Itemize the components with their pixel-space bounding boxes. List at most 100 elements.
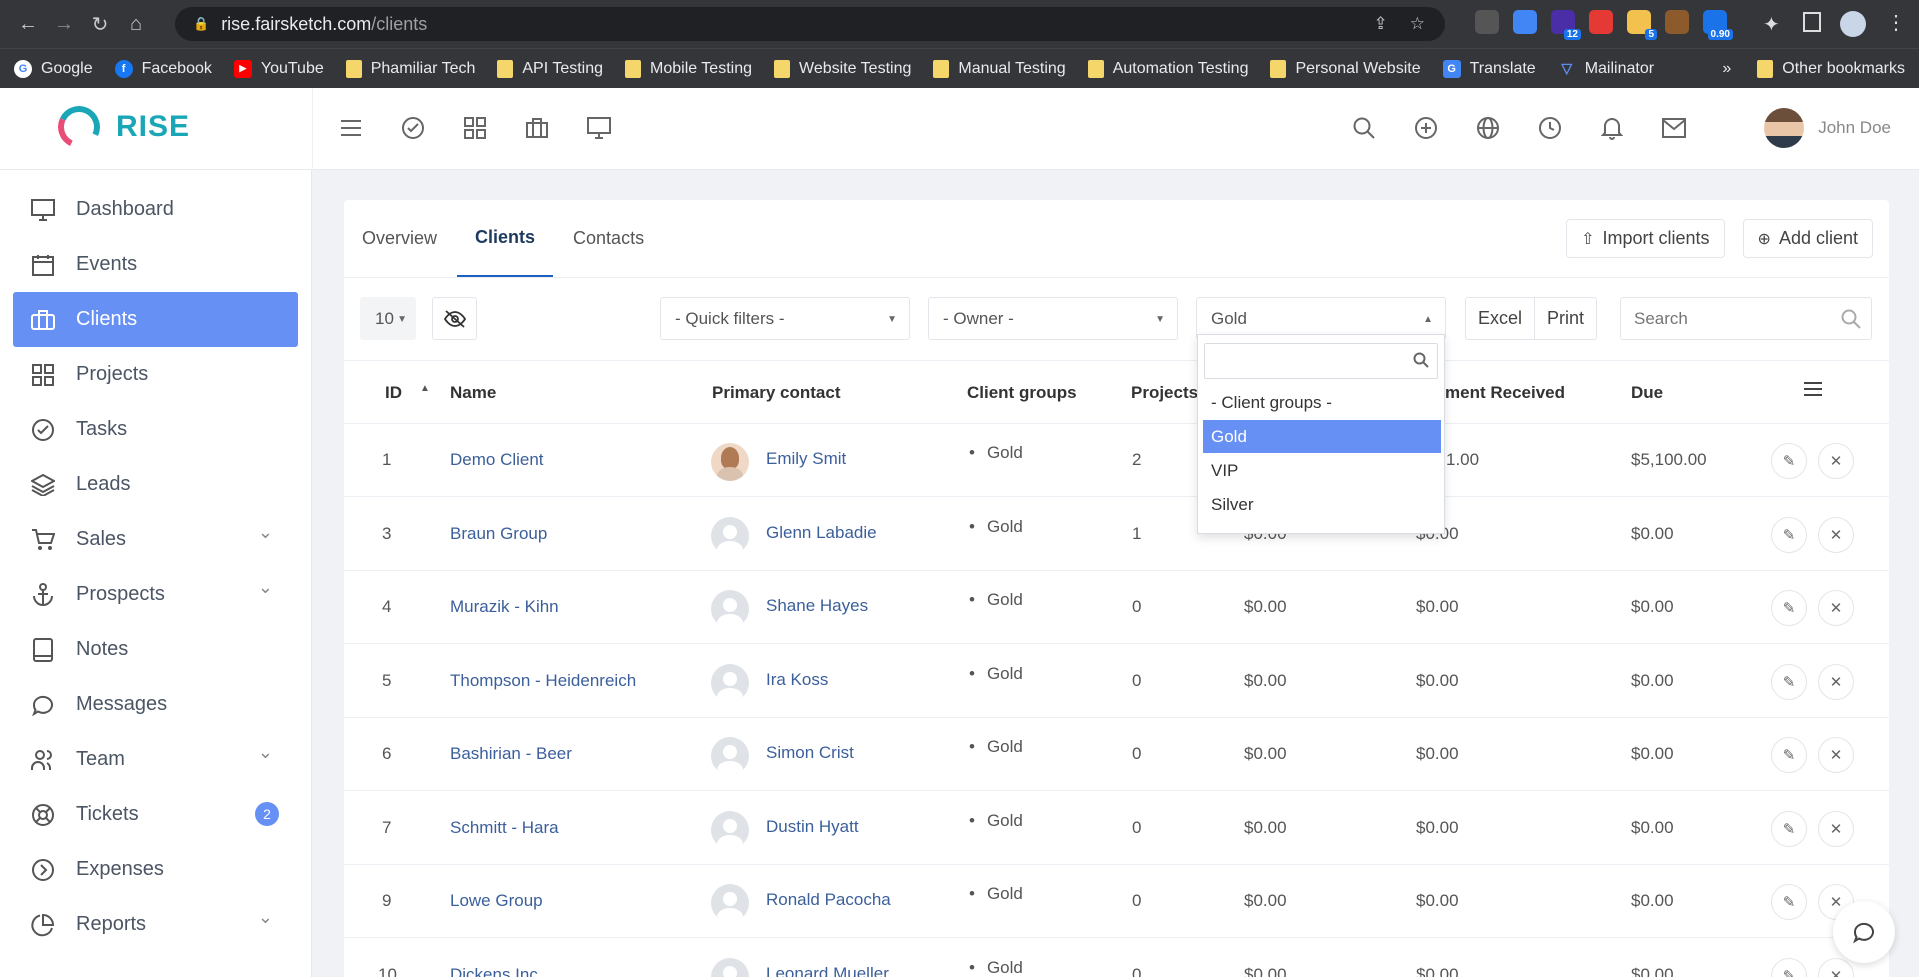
page-size-select[interactable]: 10 ▼ <box>360 297 416 340</box>
dropdown-option[interactable]: VIP <box>1203 454 1441 487</box>
cookie-ext-icon[interactable] <box>1665 10 1689 34</box>
column-client-groups[interactable]: Client groups <box>967 383 1077 403</box>
client-name-link[interactable]: Thompson - Heidenreich <box>450 671 636 691</box>
sidebar-item-tickets[interactable]: Tickets 2 <box>0 787 311 842</box>
edit-icon[interactable]: ✎ <box>1771 590 1807 626</box>
bookmark-item[interactable]: ▽ Mailinator <box>1558 60 1654 78</box>
close-icon[interactable]: ✕ <box>1818 590 1854 626</box>
browser-menu-icon[interactable]: ⋮ <box>1886 10 1906 35</box>
sidebar-item-sales[interactable]: Sales ⌄ <box>0 512 311 567</box>
sidebar-item-messages[interactable]: Messages <box>0 677 311 732</box>
close-icon[interactable]: ✕ <box>1818 810 1854 847</box>
column-due[interactable]: Due <box>1631 383 1663 403</box>
edit-icon[interactable]: ✎ <box>1771 516 1807 553</box>
client-name-link[interactable]: Braun Group <box>450 524 547 544</box>
sidebar-item-notes[interactable]: Notes <box>0 622 311 677</box>
forward-icon[interactable]: → <box>46 6 82 42</box>
extensions-puzzle-icon[interactable]: ✦ <box>1763 12 1780 37</box>
opera-ext-icon[interactable] <box>1589 10 1613 34</box>
other-bookmarks-button[interactable]: Other bookmarks <box>1782 60 1905 78</box>
globe-icon[interactable] <box>1473 113 1503 143</box>
browser-profile-avatar[interactable] <box>1840 11 1866 37</box>
column-payment-received[interactable]: ment Received <box>1445 383 1565 403</box>
side-panel-icon[interactable] <box>1803 12 1821 32</box>
sidebar-item-tasks[interactable]: Tasks <box>0 402 311 457</box>
client-name-link[interactable]: Bashirian - Beer <box>450 744 572 764</box>
dropdown-option[interactable]: Gold <box>1203 420 1441 453</box>
primary-contact-link[interactable]: Ronald Pacocha <box>766 890 891 910</box>
clock-icon[interactable] <box>1535 113 1565 143</box>
bookmark-item[interactable]: G Google <box>14 59 93 78</box>
sidebar-item-expenses[interactable]: Expenses <box>0 842 311 897</box>
user-menu[interactable]: John Doe <box>1764 108 1891 148</box>
primary-contact-link[interactable]: Emily Smit <box>766 449 846 469</box>
column-options-icon[interactable] <box>1804 381 1822 402</box>
sidebar-item-projects[interactable]: Projects <box>0 347 311 402</box>
sidebar-item-clients[interactable]: Clients <box>13 292 298 347</box>
column-id[interactable]: ID <box>385 383 402 403</box>
bookmark-item[interactable]: Mobile Testing <box>625 59 752 78</box>
column-visibility-button[interactable] <box>432 297 477 340</box>
meter-ext-icon[interactable]: 0.90 <box>1703 10 1733 40</box>
grid-icon[interactable] <box>460 113 490 143</box>
edit-icon[interactable]: ✎ <box>1771 884 1807 920</box>
close-icon[interactable]: ✕ <box>1818 957 1854 977</box>
close-icon[interactable]: ✕ <box>1818 516 1854 553</box>
menu-toggle-icon[interactable] <box>336 113 366 143</box>
owner-select[interactable]: - Owner - ▼ <box>928 297 1178 340</box>
bookmark-item[interactable]: API Testing <box>497 59 603 78</box>
address-bar[interactable]: 🔒 rise.fairsketch.com/clients ⇪ ☆ <box>175 7 1445 41</box>
reload-icon[interactable]: ↻ <box>82 6 118 42</box>
bookmark-item[interactable]: G Translate <box>1442 59 1536 78</box>
add-client-button[interactable]: ⊕ Add client <box>1742 219 1873 258</box>
sidebar-item-dashboard[interactable]: Dashboard <box>0 182 311 237</box>
sidebar-item-reports[interactable]: Reports ⌄ <box>0 897 311 952</box>
bookmark-item[interactable]: f Facebook <box>114 59 212 78</box>
monitor-icon[interactable] <box>584 113 614 143</box>
client-name-link[interactable]: Murazik - Kihn <box>450 597 559 617</box>
chat-button[interactable] <box>1833 901 1895 963</box>
search-input[interactable] <box>1634 308 1824 329</box>
bell-icon[interactable] <box>1597 113 1627 143</box>
dropdown-search-input[interactable] <box>1204 343 1438 379</box>
rise-logo[interactable]: RISE <box>52 100 190 154</box>
excel-button[interactable]: Excel <box>1466 298 1534 339</box>
sidebar-item-team[interactable]: Team ⌄ <box>0 732 311 787</box>
dropdown-option[interactable]: Silver <box>1203 488 1441 521</box>
column-projects[interactable]: Projects <box>1131 383 1198 403</box>
edit-icon[interactable]: ✎ <box>1771 443 1807 479</box>
translate-ext-icon[interactable] <box>1513 10 1537 34</box>
add-circle-icon[interactable] <box>1411 113 1441 143</box>
graduation-ext-icon[interactable]: 12 <box>1551 10 1581 40</box>
sidebar-item-leads[interactable]: Leads <box>0 457 311 512</box>
bulb-ext-icon[interactable]: 5 <box>1627 10 1657 40</box>
primary-contact-link[interactable]: Shane Hayes <box>766 596 868 616</box>
sidebar-item-prospects[interactable]: Prospects ⌄ <box>0 567 311 622</box>
print-button[interactable]: Print <box>1534 298 1596 339</box>
column-primary-contact[interactable]: Primary contact <box>712 383 841 403</box>
search-icon[interactable] <box>1349 113 1379 143</box>
edit-icon[interactable]: ✎ <box>1771 810 1807 847</box>
home-icon[interactable]: ⌂ <box>118 6 154 42</box>
share-icon[interactable]: ⇪ <box>1374 14 1388 34</box>
bookmark-item[interactable]: Phamiliar Tech <box>345 59 475 78</box>
dropdown-option[interactable]: - Client groups - <box>1203 386 1441 419</box>
star-icon[interactable]: ☆ <box>1410 14 1425 34</box>
bookmark-item[interactable]: Personal Website <box>1270 59 1421 78</box>
bookmark-item[interactable]: Website Testing <box>774 59 911 78</box>
close-icon[interactable]: ✕ <box>1818 663 1854 700</box>
primary-contact-link[interactable]: Leonard Mueller <box>766 964 889 977</box>
quick-filters-select[interactable]: - Quick filters - ▼ <box>660 297 910 340</box>
back-icon[interactable]: ← <box>10 6 46 42</box>
primary-contact-link[interactable]: Ira Koss <box>766 670 828 690</box>
edit-icon[interactable]: ✎ <box>1771 957 1807 977</box>
client-name-link[interactable]: Schmitt - Hara <box>450 818 559 838</box>
sort-asc-icon[interactable]: ▲ <box>420 383 430 394</box>
primary-contact-link[interactable]: Simon Crist <box>766 743 854 763</box>
primary-contact-link[interactable]: Dustin Hyatt <box>766 817 859 837</box>
bookmark-item[interactable]: Manual Testing <box>933 59 1066 78</box>
more-bookmarks-button[interactable]: » <box>1722 60 1731 78</box>
tab-overview[interactable]: Overview <box>362 200 437 277</box>
column-name[interactable]: Name <box>450 383 496 403</box>
close-icon[interactable]: ✕ <box>1818 443 1854 479</box>
